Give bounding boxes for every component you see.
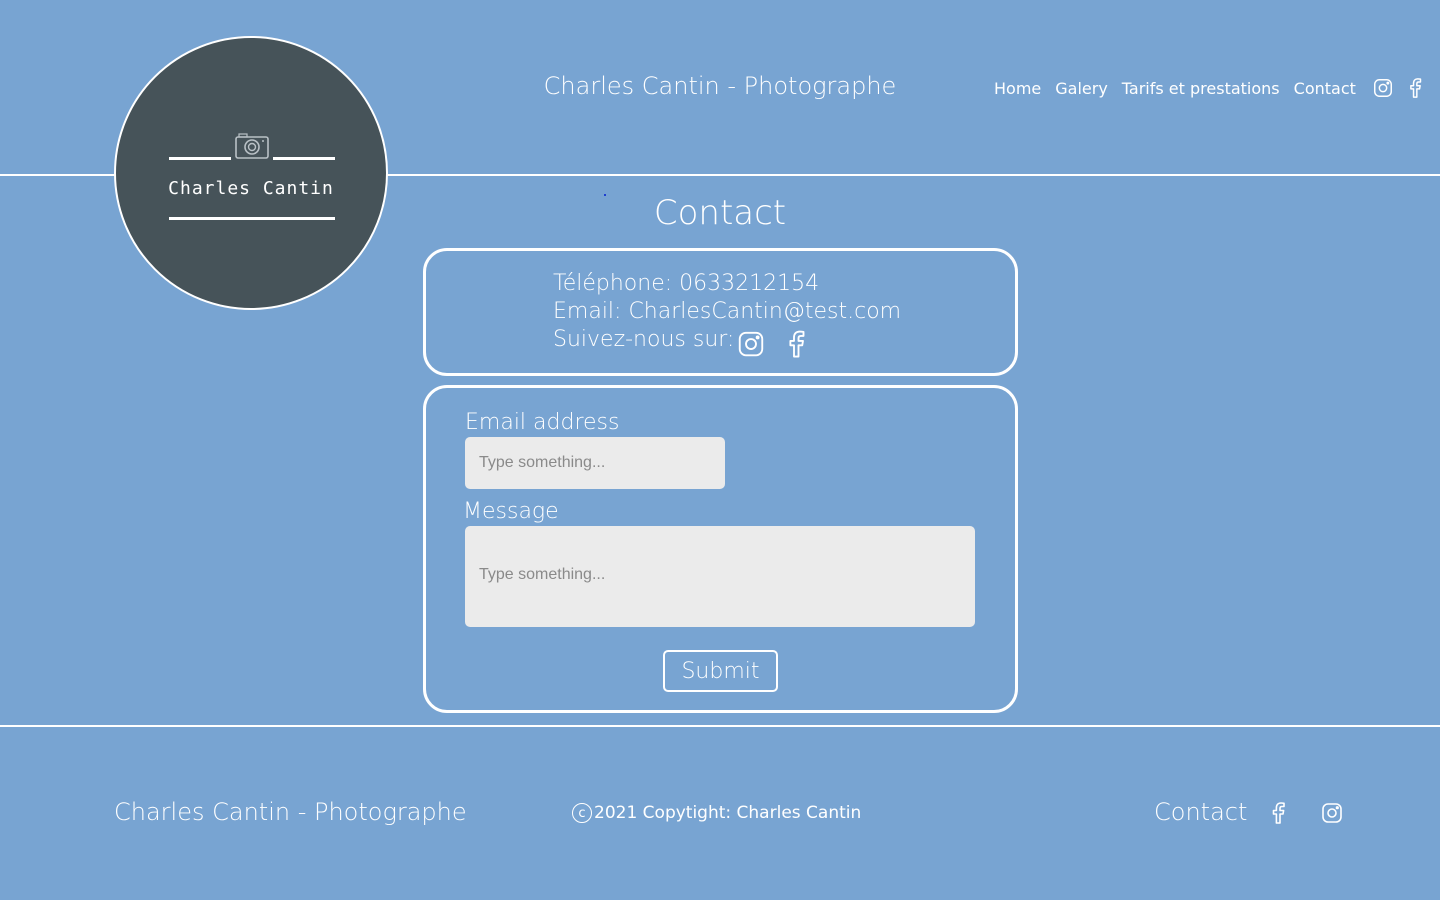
copyright-icon: c (572, 803, 592, 823)
phone-text: Téléphone: 0633212154 (553, 271, 820, 296)
copyright-text: 2021 Copytight: Charles Cantin (594, 803, 862, 823)
logo-bar-right (273, 157, 335, 160)
contact-info-card: Téléphone: 0633212154 Email: CharlesCant… (423, 248, 1018, 376)
logo[interactable]: Charles Cantin (114, 36, 388, 310)
footer-title: Charles Cantin - Photographe (114, 798, 467, 826)
footer-contact-link[interactable]: Contact (1154, 798, 1247, 826)
nav-contact[interactable]: Contact (1294, 79, 1356, 98)
facebook-icon[interactable] (781, 329, 811, 359)
logo-bar-bottom (169, 217, 335, 220)
instagram-icon[interactable] (1320, 801, 1344, 825)
email-label: Email address (465, 410, 620, 435)
message-label: Message (463, 499, 559, 524)
contact-form: Email address Message Submit (423, 385, 1018, 713)
site-title: Charles Cantin - Photographe (543, 72, 897, 100)
logo-text: Charles Cantin (168, 178, 334, 199)
email-text: Email: CharlesCantin@test.com (553, 299, 902, 324)
logo-bar-left (169, 157, 231, 160)
email-field[interactable] (465, 437, 725, 489)
copyright: c 2021 Copytight: Charles Cantin (572, 803, 861, 823)
follow-text: Suivez-nous sur: (553, 327, 735, 352)
camera-icon (235, 133, 269, 159)
nav-galery[interactable]: Galery (1055, 79, 1108, 98)
instagram-icon[interactable] (736, 329, 766, 359)
message-field[interactable] (465, 526, 975, 627)
page-title: Contact (653, 193, 787, 233)
main-nav: Home Galery Tarifs et prestations Contac… (994, 77, 1434, 99)
submit-button[interactable]: Submit (663, 650, 778, 692)
facebook-icon[interactable] (1266, 801, 1290, 825)
instagram-icon[interactable] (1372, 77, 1394, 99)
footer-divider (0, 725, 1440, 727)
nav-tarifs[interactable]: Tarifs et prestations (1122, 79, 1280, 98)
nav-home[interactable]: Home (994, 79, 1041, 98)
facebook-icon[interactable] (1404, 77, 1426, 99)
